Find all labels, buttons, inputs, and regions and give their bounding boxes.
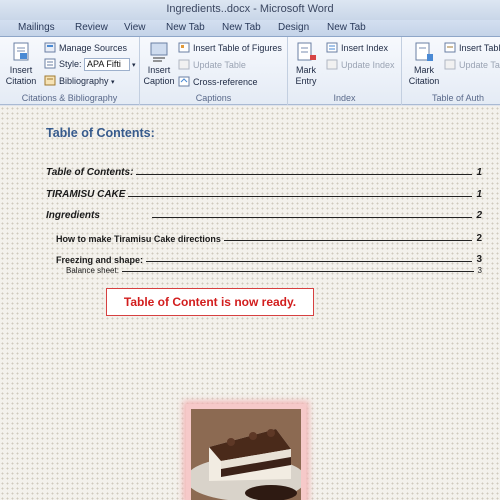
table-of-figures-icon (178, 42, 190, 53)
mark-citation-label-2: Citation (408, 76, 440, 86)
update-table-button[interactable]: Update Table (178, 59, 246, 71)
toc-leader (136, 174, 473, 175)
tab-review[interactable]: Review (75, 22, 108, 33)
document-page[interactable]: Table of Contents: Table of Contents: 1 … (0, 106, 500, 500)
tab-design[interactable]: Design (278, 22, 309, 33)
toc-entry[interactable]: Freezing and shape: 3 (56, 254, 482, 265)
citations-group: Insert Citation Manage Sources Style: AP… (0, 37, 140, 105)
tab-mailings[interactable]: Mailings (18, 22, 55, 33)
toc-leader (146, 261, 473, 262)
style-label: Style: (59, 59, 82, 69)
tab-new-tab-3[interactable]: New Tab (327, 22, 366, 33)
title-bar: Ingredients..docx - Microsoft Word (0, 0, 500, 20)
bibliography-label: Bibliography (59, 76, 109, 86)
insert-table-of-figures-label: Insert Table of Figures (193, 43, 282, 53)
update-index-icon (326, 59, 338, 70)
insert-citation-label-2: Citation (5, 76, 37, 86)
update-table-of-authorities-label: Update Ta (459, 60, 500, 70)
toc-entry[interactable]: Table of Contents: 1 (46, 167, 482, 178)
insert-citation-button[interactable]: Insert Citation (4, 41, 38, 87)
cross-reference-label: Cross-reference (193, 77, 258, 87)
authorities-group: Mark Citation Insert Tabl Update Ta Tabl… (402, 37, 500, 105)
manage-sources-icon (44, 42, 56, 53)
insert-citation-icon (13, 42, 29, 61)
mark-citation-label-1: Mark (414, 65, 434, 75)
insert-index-icon (326, 42, 338, 53)
citations-group-label: Citations & Bibliography (21, 93, 118, 103)
mark-entry-button[interactable]: Mark Entry (290, 41, 322, 87)
bibliography-button[interactable]: Bibliography ▾ (44, 75, 115, 88)
insert-table-of-authorities-label: Insert Tabl (459, 43, 500, 53)
manage-sources-button[interactable]: Manage Sources (44, 42, 127, 54)
toc-entry-text: TIRAMISU CAKE (46, 189, 126, 200)
captions-group: Insert Caption Insert Table of Figures U… (140, 37, 288, 105)
insert-caption-label-1: Insert (147, 65, 171, 75)
toc-entry-text: Freezing and shape: (56, 255, 144, 265)
toc-leader (223, 240, 473, 241)
mark-citation-icon (415, 42, 433, 61)
update-table-of-authorities-icon (444, 59, 456, 70)
toc-entry[interactable]: Ingredients 2 (46, 210, 482, 221)
cake-image-frame[interactable] (186, 404, 306, 500)
ribbon: Insert Citation Manage Sources Style: AP… (0, 37, 500, 105)
captions-group-label: Captions (195, 93, 232, 103)
toc-entry-text: Ingredients (46, 210, 100, 221)
update-table-icon (178, 59, 190, 70)
toc-entry[interactable]: TIRAMISU CAKE 1 (46, 189, 482, 200)
cross-reference-button[interactable]: Cross-reference (178, 76, 258, 88)
insert-table-of-authorities-button[interactable]: Insert Tabl (444, 42, 500, 54)
insert-citation-label-1: Insert (9, 65, 33, 75)
insert-caption-label-2: Caption (143, 76, 175, 86)
toc-page-number: 3 (477, 266, 482, 275)
toc-entry[interactable]: Balance sheet: 3 (66, 266, 482, 275)
bibliography-icon (44, 75, 56, 86)
update-index-button[interactable]: Update Index (326, 59, 395, 71)
mark-entry-label-2: Entry (295, 76, 317, 86)
toc-page-number: 2 (476, 233, 482, 244)
toc-page-number: 1 (476, 167, 482, 178)
update-index-label: Update Index (341, 60, 395, 70)
toc-entry-text: Balance sheet: (66, 266, 119, 275)
toc-entry-text: Table of Contents: (46, 167, 134, 178)
style-dropdown[interactable]: APA Fifti (84, 58, 131, 72)
mark-citation-button[interactable]: Mark Citation (406, 41, 442, 87)
toc-leader (121, 271, 474, 272)
mark-entry-label-1: Mark (296, 65, 316, 75)
insert-caption-icon (150, 42, 168, 62)
authorities-group-label: Table of Auth (432, 93, 485, 103)
ribbon-tab-row: Mailings Review View New Tab New Tab Des… (0, 20, 500, 37)
toc-page-number: 1 (476, 189, 482, 200)
window-title: Ingredients..docx - Microsoft Word (166, 3, 334, 15)
annotation-callout: Table of Content is now ready. (106, 288, 314, 316)
mark-entry-icon (297, 42, 316, 61)
cake-image (191, 409, 301, 500)
toc-entry-text: How to make Tiramisu Cake directions (56, 234, 221, 244)
tab-view[interactable]: View (124, 22, 146, 33)
chevron-down-icon: ▾ (111, 79, 115, 86)
manage-sources-label: Manage Sources (59, 43, 128, 53)
insert-index-button[interactable]: Insert Index (326, 42, 388, 54)
index-group-label: Index (333, 93, 356, 103)
cross-reference-icon (178, 76, 190, 87)
toc-entry[interactable]: How to make Tiramisu Cake directions 2 (56, 233, 482, 244)
tab-new-tab-2[interactable]: New Tab (222, 22, 261, 33)
style-value: APA Fifti (87, 59, 121, 70)
insert-index-label: Insert Index (341, 43, 389, 53)
update-table-of-authorities-button[interactable]: Update Ta (444, 59, 500, 71)
toc-heading: Table of Contents: (46, 126, 155, 140)
index-group: Mark Entry Insert Index Update Index Ind… (288, 37, 402, 105)
insert-caption-button[interactable]: Insert Caption (142, 41, 176, 87)
insert-table-of-authorities-icon (444, 42, 456, 53)
toc-leader (151, 217, 473, 218)
insert-table-of-figures-button[interactable]: Insert Table of Figures (178, 42, 282, 54)
update-table-label: Update Table (193, 60, 246, 70)
toc-page-number: 3 (476, 254, 482, 265)
chevron-down-icon: ▾ (132, 62, 136, 69)
toc-leader (128, 196, 473, 197)
style-selector[interactable]: Style: APA Fifti ▾ (44, 58, 136, 72)
toc-page-number: 2 (476, 210, 482, 221)
cake-illustration (191, 409, 301, 500)
style-icon (44, 58, 56, 69)
tab-new-tab-1[interactable]: New Tab (166, 22, 205, 33)
